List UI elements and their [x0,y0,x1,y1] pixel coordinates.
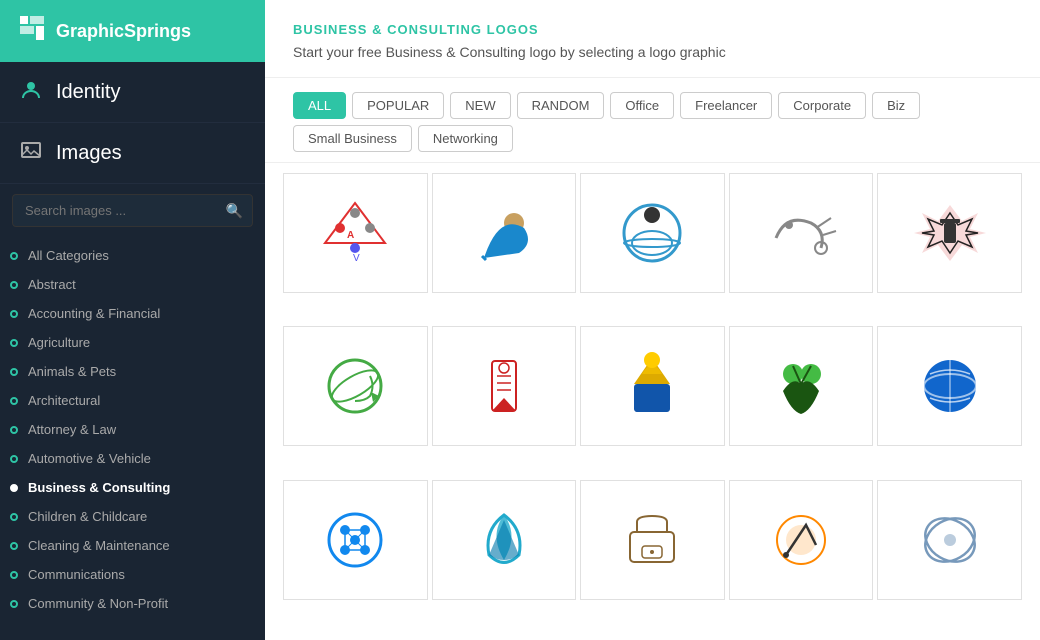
logo-area[interactable]: GraphicSprings [0,0,265,62]
search-input[interactable] [12,194,253,227]
cat-dot [10,281,18,289]
logo-icon [18,14,46,48]
logo-cell-1[interactable] [432,173,577,293]
filter-bar: ALLPOPULARNEW RANDOMOfficeFreelancerCorpo… [265,78,1040,163]
logo-cell-3[interactable] [729,173,874,293]
filter-btn-random[interactable]: RANDOM [517,92,605,119]
logo-cell-4[interactable] [877,173,1022,293]
logo-text: GraphicSprings [56,21,191,42]
category-item-architectural[interactable]: Architectural [0,386,265,415]
sidebar-nav: Identity Images [0,62,265,184]
cat-label: Business & Consulting [28,480,170,495]
cat-dot [10,600,18,608]
filter-btn-small-business[interactable]: Small Business [293,125,412,152]
filter-btn-new[interactable]: NEW [450,92,510,119]
svg-text:A: A [347,230,354,241]
logo-cell-2[interactable] [580,173,725,293]
category-item-all-categories[interactable]: All Categories [0,241,265,270]
sidebar: GraphicSprings Identity Images [0,0,265,640]
cat-label: Communications [28,567,125,582]
logo-cell-9[interactable] [877,326,1022,446]
cat-label: Agriculture [28,335,90,350]
logo-cell-8[interactable] [729,326,874,446]
logo-cell-5[interactable] [283,326,428,446]
cat-dot [10,368,18,376]
cat-label: Architectural [28,393,100,408]
logo-cell-11[interactable] [432,480,577,600]
cat-dot [10,397,18,405]
cat-dot [10,542,18,550]
logo-cell-13[interactable] [729,480,874,600]
search-area: 🔍 [12,194,253,227]
cat-label: All Categories [28,248,109,263]
main-subtitle: Start your free Business & Consulting lo… [293,43,1012,63]
cat-label: Automotive & Vehicle [28,451,151,466]
cat-label: Abstract [28,277,76,292]
cat-label: Cleaning & Maintenance [28,538,170,553]
images-icon [20,139,42,167]
category-item-abstract[interactable]: Abstract [0,270,265,299]
cat-label: Attorney & Law [28,422,116,437]
svg-text:V: V [353,253,360,264]
sidebar-images-label: Images [56,142,122,165]
filter-btn-freelancer[interactable]: Freelancer [680,92,772,119]
sidebar-item-identity[interactable]: Identity [0,62,265,123]
category-item-communications[interactable]: Communications [0,560,265,589]
category-item-business-consulting[interactable]: Business & Consulting [0,473,265,502]
main-content: BUSINESS & CONSULTING LOGOS Start your f… [265,0,1040,640]
filter-btn-all[interactable]: ALL [293,92,346,119]
categories-list: All Categories Abstract Accounting & Finan… [0,237,265,640]
logo-grid: A V [265,163,1040,640]
logo-cell-12[interactable] [580,480,725,600]
identity-icon [20,78,42,106]
cat-dot [10,252,18,260]
category-item-animals-pets[interactable]: Animals & Pets [0,357,265,386]
main-title: BUSINESS & CONSULTING LOGOS [293,22,1012,37]
filter-btn-popular[interactable]: POPULAR [352,92,444,119]
logo-cell-7[interactable] [580,326,725,446]
category-item-accounting-financial[interactable]: Accounting & Financial [0,299,265,328]
cat-dot [10,455,18,463]
cat-dot [10,484,18,492]
logo-cell-10[interactable] [283,480,428,600]
cat-label: Animals & Pets [28,364,116,379]
logo-cell-14[interactable] [877,480,1022,600]
filter-btn-office[interactable]: Office [610,92,674,119]
category-item-community-non-profit[interactable]: Community & Non-Profit [0,589,265,618]
logo-cell-6[interactable] [432,326,577,446]
filter-btn-networking[interactable]: Networking [418,125,513,152]
cat-dot [10,513,18,521]
logo-cell-0[interactable]: A V [283,173,428,293]
category-item-cleaning-maintenance[interactable]: Cleaning & Maintenance [0,531,265,560]
category-item-attorney-law[interactable]: Attorney & Law [0,415,265,444]
cat-dot [10,339,18,347]
category-item-children-childcare[interactable]: Children & Childcare [0,502,265,531]
cat-label: Children & Childcare [28,509,147,524]
filter-btn-corporate[interactable]: Corporate [778,92,866,119]
cat-label: Community & Non-Profit [28,596,168,611]
cat-label: Accounting & Financial [28,306,160,321]
sidebar-identity-label: Identity [56,81,120,104]
search-icon: 🔍 [226,202,243,219]
cat-dot [10,426,18,434]
cat-dot [10,310,18,318]
main-header: BUSINESS & CONSULTING LOGOS Start your f… [265,0,1040,78]
category-item-automotive-vehicle[interactable]: Automotive & Vehicle [0,444,265,473]
sidebar-item-images[interactable]: Images [0,123,265,184]
cat-dot [10,571,18,579]
filter-btn-biz[interactable]: Biz [872,92,920,119]
category-item-agriculture[interactable]: Agriculture [0,328,265,357]
